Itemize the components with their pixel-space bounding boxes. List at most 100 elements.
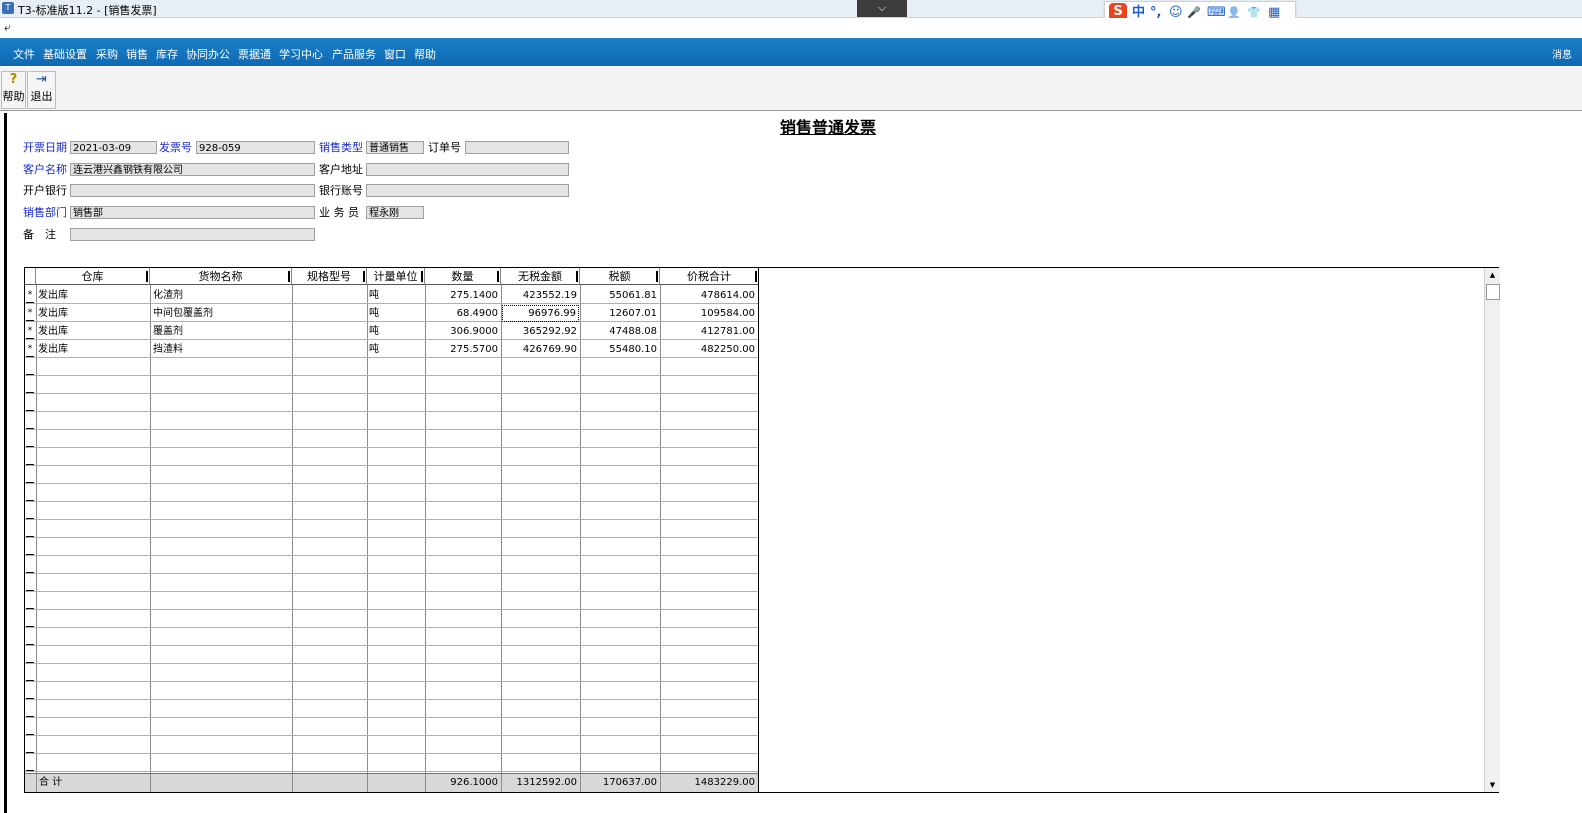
cell-total[interactable]: 482250.00 bbox=[660, 341, 758, 358]
row-edge-mark bbox=[26, 698, 34, 699]
cell-total[interactable]: 109584.00 bbox=[660, 305, 758, 322]
grid-row-line bbox=[25, 501, 758, 502]
cell-spec[interactable] bbox=[295, 323, 365, 340]
cell-unit[interactable]: 吨 bbox=[369, 305, 423, 322]
grid-line bbox=[501, 774, 502, 792]
cell-spec[interactable] bbox=[295, 305, 365, 322]
cell-total[interactable]: 478614.00 bbox=[660, 287, 758, 304]
cell-qty[interactable]: 275.5700 bbox=[425, 341, 501, 358]
cell-spec[interactable] bbox=[295, 287, 365, 304]
grid-row-line bbox=[25, 717, 758, 718]
vertical-scrollbar[interactable]: ▲ ▼ bbox=[1484, 268, 1500, 792]
bank-account-field[interactable] bbox=[366, 184, 569, 197]
grid-line bbox=[501, 285, 502, 791]
help-button[interactable]: ? 帮助 bbox=[1, 71, 26, 109]
cell-goods[interactable]: 中间包覆盖剂 bbox=[153, 305, 289, 322]
bank-field[interactable] bbox=[70, 184, 315, 197]
sales-type-field[interactable]: 普通销售 bbox=[366, 141, 424, 154]
menu-window[interactable]: 窗口 bbox=[384, 46, 406, 62]
salesperson-field[interactable]: 程永刚 bbox=[366, 206, 424, 219]
scroll-down-icon[interactable]: ▼ bbox=[1485, 778, 1500, 792]
row-edge-mark bbox=[26, 608, 34, 609]
column-header-net[interactable]: 无税金额 bbox=[501, 268, 580, 285]
cell-tax[interactable]: 47488.08 bbox=[580, 323, 660, 340]
invoice-date-field[interactable]: 2021-03-09 bbox=[70, 141, 157, 154]
cell-spec[interactable] bbox=[295, 341, 365, 358]
remark-field[interactable] bbox=[70, 228, 315, 241]
return-arrow-icon[interactable]: ⤶ bbox=[4, 20, 11, 35]
customer-name-field[interactable]: 连云港兴鑫钢铁有限公司 bbox=[70, 163, 315, 176]
row-edge-mark bbox=[26, 716, 34, 717]
menu-bill-pass[interactable]: 票据通 bbox=[238, 46, 271, 62]
cell-tax[interactable]: 55061.81 bbox=[580, 287, 660, 304]
row-edge-mark bbox=[26, 644, 34, 645]
menu-messages[interactable]: 消息 bbox=[1552, 46, 1572, 61]
row-marker: * bbox=[27, 326, 33, 336]
column-header-label: 计量单位 bbox=[373, 270, 418, 283]
grid-line bbox=[425, 285, 426, 791]
scroll-thumb[interactable] bbox=[1486, 284, 1500, 300]
row-edge-mark bbox=[26, 734, 34, 735]
invoice-no-field[interactable]: 928-059 bbox=[196, 141, 315, 154]
sales-dept-field[interactable]: 销售部 bbox=[70, 206, 315, 219]
cell-unit[interactable]: 吨 bbox=[369, 287, 423, 304]
cell-goods[interactable]: 挡渣料 bbox=[153, 341, 289, 358]
menu-sales[interactable]: 销售 bbox=[126, 46, 148, 62]
column-header-label: 税额 bbox=[608, 270, 631, 283]
grid-row-line bbox=[25, 429, 758, 430]
cell-tax[interactable]: 12607.01 bbox=[580, 305, 660, 322]
cell-qty[interactable]: 275.1400 bbox=[425, 287, 501, 304]
column-header-warehouse[interactable]: 仓库 bbox=[36, 268, 150, 285]
cell-warehouse[interactable]: 发出库 bbox=[38, 287, 148, 304]
cell-unit[interactable]: 吨 bbox=[369, 323, 423, 340]
column-header-qty[interactable]: 数量 bbox=[425, 268, 501, 285]
column-header-unit[interactable]: 计量单位 bbox=[367, 268, 425, 285]
cell-qty[interactable]: 68.4900 bbox=[425, 305, 501, 322]
scroll-up-icon[interactable]: ▲ bbox=[1485, 268, 1500, 282]
collapse-chevron-icon[interactable]: ⌵ bbox=[857, 0, 907, 17]
left-border bbox=[4, 113, 7, 813]
cell-goods[interactable]: 化渣剂 bbox=[153, 287, 289, 304]
grid-row-line bbox=[25, 771, 758, 772]
grid-row-line bbox=[25, 681, 758, 682]
grid-row-line bbox=[25, 609, 758, 610]
row-edge-mark bbox=[26, 482, 34, 483]
exit-button[interactable]: ⇥ 退出 bbox=[27, 71, 56, 109]
cell-net[interactable]: 365292.92 bbox=[501, 323, 580, 340]
row-edge-mark bbox=[26, 590, 34, 591]
menu-product-service[interactable]: 产品服务 bbox=[332, 46, 376, 62]
grid-row-line bbox=[25, 537, 758, 538]
cell-goods[interactable]: 覆盖剂 bbox=[153, 323, 289, 340]
cell-total[interactable]: 412781.00 bbox=[660, 323, 758, 340]
bank-account-label: 银行账号 bbox=[319, 184, 363, 197]
cell-tax[interactable]: 55480.10 bbox=[580, 341, 660, 358]
cell-net[interactable]: 423552.19 bbox=[501, 287, 580, 304]
menu-inventory[interactable]: 库存 bbox=[156, 46, 178, 62]
row-edge-mark bbox=[26, 500, 34, 501]
column-header-goods[interactable]: 货物名称 bbox=[150, 268, 292, 285]
column-header-spec[interactable]: 规格型号 bbox=[292, 268, 367, 285]
cell-warehouse[interactable]: 发出库 bbox=[38, 305, 148, 322]
help-icon: ? bbox=[9, 72, 18, 87]
grid-row-line bbox=[25, 465, 758, 466]
menu-basic-settings[interactable]: 基础设置 bbox=[43, 46, 87, 62]
cell-net[interactable]: 426769.90 bbox=[501, 341, 580, 358]
column-header-total[interactable]: 价税合计 bbox=[660, 268, 758, 285]
order-no-field[interactable] bbox=[465, 141, 569, 154]
menu-collab-office[interactable]: 协同办公 bbox=[186, 46, 230, 62]
grid-line bbox=[580, 774, 581, 792]
cell-net-focused[interactable]: 96976.99 bbox=[502, 305, 579, 322]
cell-unit[interactable]: 吨 bbox=[369, 341, 423, 358]
cell-warehouse[interactable]: 发出库 bbox=[38, 341, 148, 358]
column-header-tax[interactable]: 税额 bbox=[580, 268, 660, 285]
menu-help[interactable]: 帮助 bbox=[414, 46, 436, 62]
menu-file[interactable]: 文件 bbox=[13, 46, 35, 62]
menu-purchase[interactable]: 采购 bbox=[96, 46, 118, 62]
menu-learning-center[interactable]: 学习中心 bbox=[279, 46, 323, 62]
cell-qty[interactable]: 306.9000 bbox=[425, 323, 501, 340]
grid-empty-area bbox=[759, 267, 1499, 793]
customer-address-field[interactable] bbox=[366, 163, 569, 176]
grid-row-line bbox=[25, 753, 758, 754]
help-button-label: 帮助 bbox=[2, 90, 25, 103]
cell-warehouse[interactable]: 发出库 bbox=[38, 323, 148, 340]
